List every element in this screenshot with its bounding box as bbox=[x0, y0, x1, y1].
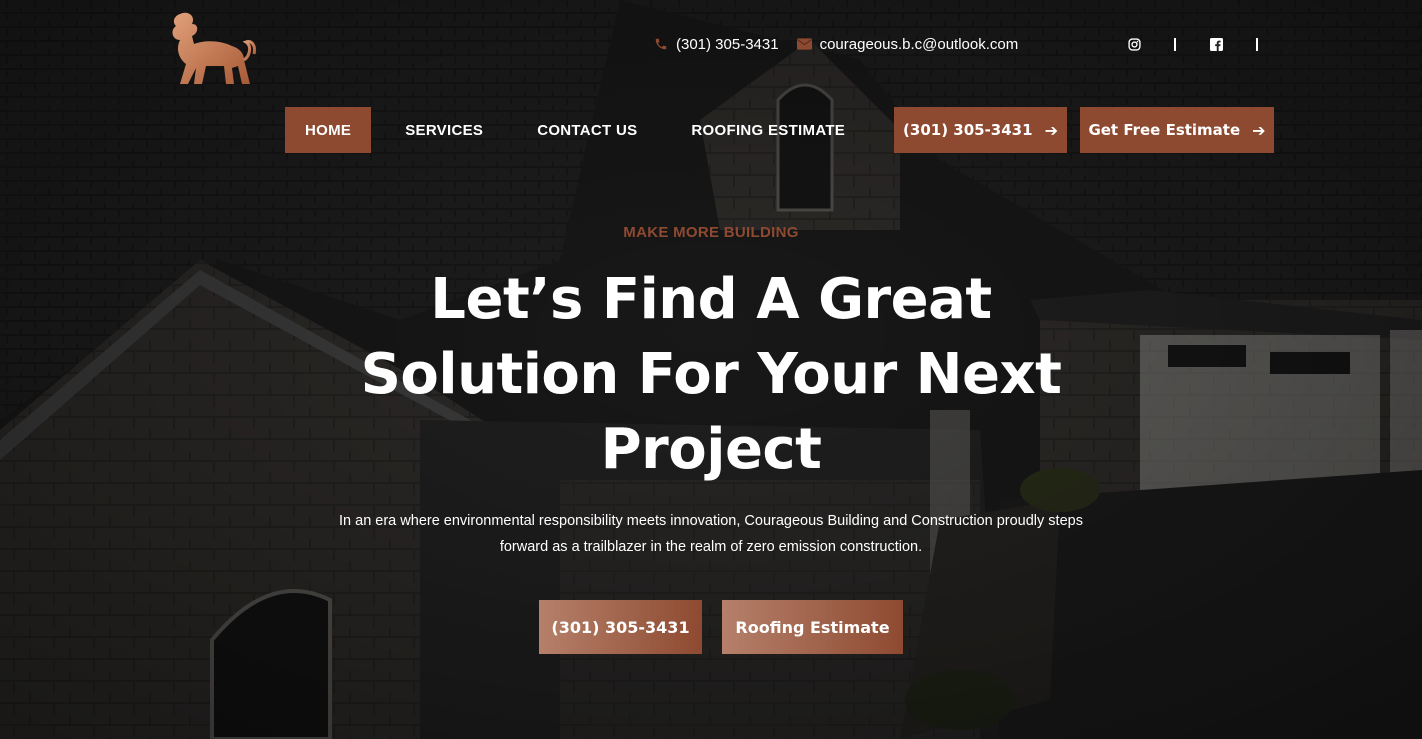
hero-eyebrow: MAKE MORE BUILDING bbox=[623, 224, 799, 241]
hero-description: In an era where environmental responsibi… bbox=[339, 513, 1083, 555]
hero-headline: Let’s Find A Great Solution For Your Nex… bbox=[311, 262, 1111, 487]
social-divider bbox=[1256, 37, 1258, 51]
hero-section: (301) 305-3431 courageous.b.c@outlook.co… bbox=[0, 0, 1422, 739]
nav-item-roofing-estimate[interactable]: ROOFING ESTIMATE bbox=[671, 107, 865, 153]
nav-item-services[interactable]: SERVICES bbox=[385, 107, 503, 153]
hero-phone-button[interactable]: (301) 305-3431 bbox=[539, 600, 702, 654]
instagram-icon[interactable] bbox=[1126, 36, 1142, 52]
phone-text: (301) 305-3431 bbox=[676, 35, 779, 53]
headline-line-3: Project bbox=[600, 417, 822, 482]
email-text: courageous.b.c@outlook.com bbox=[819, 35, 1019, 53]
arrow-right-icon: ➔ bbox=[1252, 120, 1266, 140]
nav-phone-label: (301) 305-3431 bbox=[903, 121, 1033, 139]
nav-item-home[interactable]: HOME bbox=[285, 107, 372, 153]
facebook-icon[interactable] bbox=[1208, 36, 1224, 52]
social-links bbox=[1126, 36, 1290, 52]
phone-icon bbox=[655, 38, 667, 50]
headline-line-1: Let’s Find A Great bbox=[430, 267, 992, 332]
get-free-estimate-label: Get Free Estimate bbox=[1088, 121, 1241, 139]
social-divider bbox=[1174, 37, 1176, 51]
headline-line-2: Solution For Your Next bbox=[360, 342, 1062, 407]
email-contact[interactable]: courageous.b.c@outlook.com bbox=[796, 35, 1019, 53]
arrow-right-icon: ➔ bbox=[1044, 120, 1058, 140]
contact-bar: (301) 305-3431 courageous.b.c@outlook.co… bbox=[654, 34, 1036, 54]
envelope-icon bbox=[796, 38, 812, 50]
phone-contact[interactable]: (301) 305-3431 bbox=[654, 36, 779, 53]
nav-item-contact-us[interactable]: CONTACT US bbox=[517, 107, 657, 153]
lion-logo[interactable] bbox=[158, 10, 258, 90]
lion-icon bbox=[172, 12, 256, 85]
main-nav: HOME SERVICES CONTACT US ROOFING ESTIMAT… bbox=[285, 107, 879, 153]
nav-phone-button[interactable]: (301) 305-3431 ➔ bbox=[894, 107, 1067, 153]
roofing-estimate-button[interactable]: Roofing Estimate bbox=[722, 600, 903, 654]
get-free-estimate-button[interactable]: Get Free Estimate ➔ bbox=[1080, 107, 1274, 153]
